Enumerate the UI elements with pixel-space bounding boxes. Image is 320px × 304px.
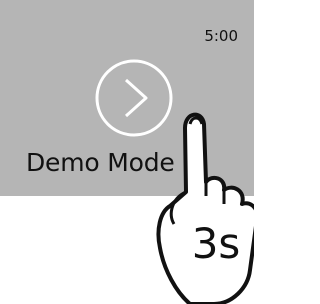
display-screen: 5:00 Demo Mode: [0, 0, 254, 196]
clock-time: 5:00: [204, 27, 238, 45]
start-circle: [95, 59, 173, 137]
play-chevron-icon: [124, 78, 148, 118]
start-button[interactable]: [94, 58, 174, 138]
hold-duration-label: 3s: [192, 219, 241, 268]
thumb-line: [169, 190, 187, 225]
mode-label: Demo Mode: [26, 148, 175, 177]
